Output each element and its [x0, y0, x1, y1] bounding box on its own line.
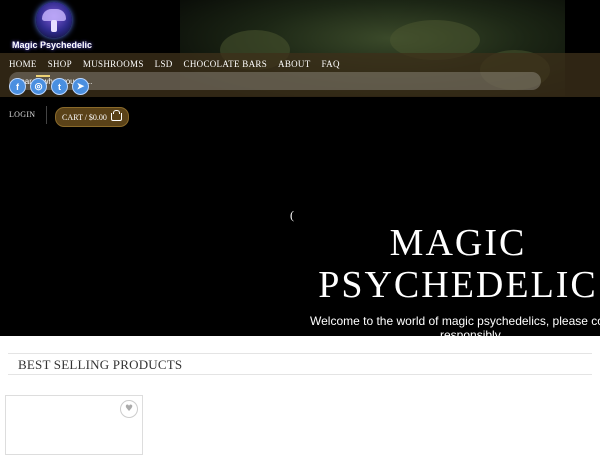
facebook-icon[interactable]: f [9, 78, 26, 95]
cart-label: CART / $0.00 [62, 112, 107, 122]
site-logo[interactable]: Magic Psychedelic [8, 0, 98, 54]
wishlist-heart-icon[interactable]: ♥ [120, 400, 138, 418]
main-menu: HOME SHOP MUSHROOMS LSD CHOCOLATE BARS A… [9, 59, 340, 69]
section-title: BEST SELLING PRODUCTS [18, 357, 183, 372]
telegram-icon[interactable]: ➤ [72, 78, 89, 95]
instagram-icon[interactable]: ◎ [30, 78, 47, 95]
product-card[interactable]: ♥ [5, 395, 143, 455]
header-divider [46, 106, 47, 124]
hero-title-line1: MAGIC [389, 222, 527, 264]
hero-banner: Magic Psychedelic HOME SHOP MUSHROOMS LS… [0, 0, 600, 336]
section-divider-bottom [8, 374, 592, 375]
social-links: f ◎ t ➤ [9, 78, 89, 95]
mushroom-logo-icon [36, 2, 72, 38]
section-divider-top [8, 353, 592, 354]
hero-title-line2: PSYCHEDELIC [318, 264, 598, 306]
nav-shop[interactable]: SHOP [48, 59, 72, 69]
login-link[interactable]: LOGIN [9, 110, 35, 119]
hero-glyph: ( [290, 208, 294, 222]
shopping-bag-icon [110, 110, 122, 121]
logo-text: Magic Psychedelic [12, 40, 93, 50]
nav-home[interactable]: HOME [9, 59, 37, 69]
nav-lsd[interactable]: LSD [155, 59, 173, 69]
hero-title: MAGIC PSYCHEDELIC [308, 222, 600, 306]
nav-faq[interactable]: FAQ [322, 59, 340, 69]
hero-subtitle-line2: responsibly [440, 329, 501, 336]
twitter-icon[interactable]: t [51, 78, 68, 95]
nav-about[interactable]: ABOUT [278, 59, 311, 69]
cart-button[interactable]: CART / $0.00 [55, 107, 129, 127]
nav-chocolate-bars[interactable]: CHOCOLATE BARS [184, 59, 267, 69]
hero-subtitle: Welcome to the world of magic psychedeli… [310, 314, 600, 328]
nav-mushrooms[interactable]: MUSHROOMS [83, 59, 144, 69]
